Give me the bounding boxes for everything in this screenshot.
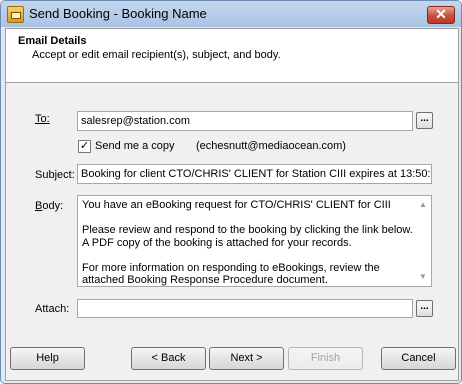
body-paragraph: For more information on responding to eB… (82, 261, 380, 287)
scroll-down-icon[interactable]: ▼ (417, 272, 429, 282)
title-bar[interactable]: Send Booking - Booking Name ✕ (1, 1, 461, 27)
to-field[interactable]: salesrep@station.com (77, 111, 413, 131)
attach-label: Attach: (35, 303, 70, 315)
scroll-up-icon[interactable]: ▲ (417, 200, 429, 210)
body-paragraph: You have an eBooking request for CTO/CHR… (82, 199, 391, 211)
attach-browse-button[interactable]: ... (416, 300, 433, 317)
body-paragraph: Please review and respond to the booking… (82, 224, 413, 249)
header-subtitle: Accept or edit email recipient(s), subje… (32, 49, 281, 61)
window-title: Send Booking - Booking Name (29, 6, 207, 21)
send-copy-checkbox[interactable]: ✓ (78, 140, 91, 153)
next-button[interactable]: Next > (209, 347, 284, 370)
back-button[interactable]: < Back (131, 347, 206, 370)
to-label: To: (35, 113, 50, 125)
send-booking-window: Send Booking - Booking Name ✕ Email Deta… (0, 0, 462, 384)
close-button[interactable]: ✕ (427, 6, 455, 24)
to-browse-button[interactable]: ... (416, 112, 433, 129)
help-button[interactable]: Help (10, 347, 85, 370)
attach-field[interactable] (77, 299, 413, 318)
body-label: Body: (35, 200, 64, 212)
cancel-button[interactable]: Cancel (381, 347, 456, 370)
header-title: Email Details (18, 35, 87, 47)
subject-field[interactable]: Booking for client CTO/CHRIS' CLIENT for… (77, 164, 432, 184)
dialog-content: Email Details Accept or edit email recip… (5, 28, 459, 381)
body-textarea[interactable]: You have an eBooking request for CTO/CHR… (77, 195, 432, 287)
finish-button[interactable]: Finish (288, 347, 363, 370)
send-copy-label[interactable]: Send me a copy (95, 140, 175, 152)
body-text: You have an eBooking request for CTO/CHR… (82, 199, 414, 299)
copy-email-text: (echesnutt@mediaocean.com) (196, 140, 346, 152)
header-panel: Email Details Accept or edit email recip… (6, 29, 458, 83)
envelope-icon (7, 6, 24, 23)
subject-label: Subject: (35, 169, 75, 181)
